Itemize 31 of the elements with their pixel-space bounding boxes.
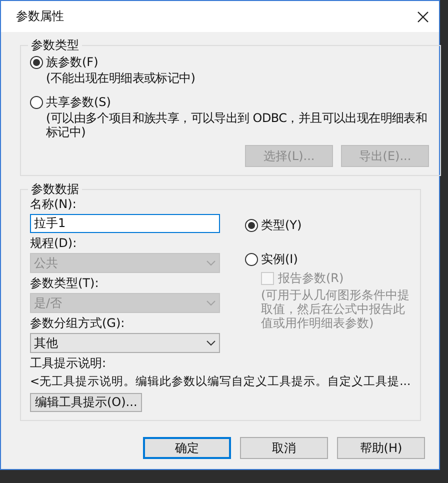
radio-button[interactable]	[30, 56, 43, 69]
radio-label: 族参数(F)	[46, 55, 98, 70]
radio-label: 类型(Y)	[261, 218, 302, 233]
window-title: 参数属性	[16, 9, 64, 24]
dropdown[interactable]: 其他	[30, 333, 220, 353]
option-note: (不能出现在明细表或标记中)	[46, 71, 196, 85]
field-label: 参数类型(T):	[30, 276, 100, 291]
dialog-button[interactable]: 取消	[240, 437, 328, 459]
chevron-down-icon	[206, 260, 216, 266]
name-field[interactable]: 拉手1	[30, 214, 220, 233]
field-label: 规程(D):	[30, 236, 78, 251]
checkbox-label: 报告参数(R)	[278, 271, 344, 286]
radio-button[interactable]	[245, 219, 258, 232]
chevron-down-icon	[206, 300, 216, 306]
radio-button[interactable]	[30, 96, 43, 109]
report-note: (可用于从几何图形条件中提取值，然后在公式中报告此值或用作明细表参数)	[261, 288, 411, 330]
field-label: 名称(N):	[30, 197, 78, 212]
field-label: 参数分组方式(G):	[30, 316, 126, 331]
radio-label: 实例(I)	[261, 252, 298, 267]
radio-label: 共享参数(S)	[46, 95, 111, 110]
chevron-down-icon	[206, 340, 216, 346]
group-title: 参数类型	[30, 38, 80, 53]
option-note: (可以由多个项目和族共享，可以导出到 ODBC，并且可以出现在明细表和标记中)	[46, 111, 428, 139]
group-title: 参数数据	[30, 182, 80, 197]
tooltip-text: <无工具提示说明。编辑此参数以编写自定义工具提示。自定义工具提...	[30, 374, 411, 389]
radio-button[interactable]	[245, 253, 258, 266]
close-icon[interactable]	[417, 10, 429, 22]
dialog-button[interactable]: 确定	[143, 437, 231, 459]
tooltip-label: 工具提示说明:	[30, 356, 108, 371]
dialog-button[interactable]: 帮助(H)	[337, 437, 425, 459]
edit-tooltip-button[interactable]: 编辑工具提示(O)...	[30, 393, 142, 412]
